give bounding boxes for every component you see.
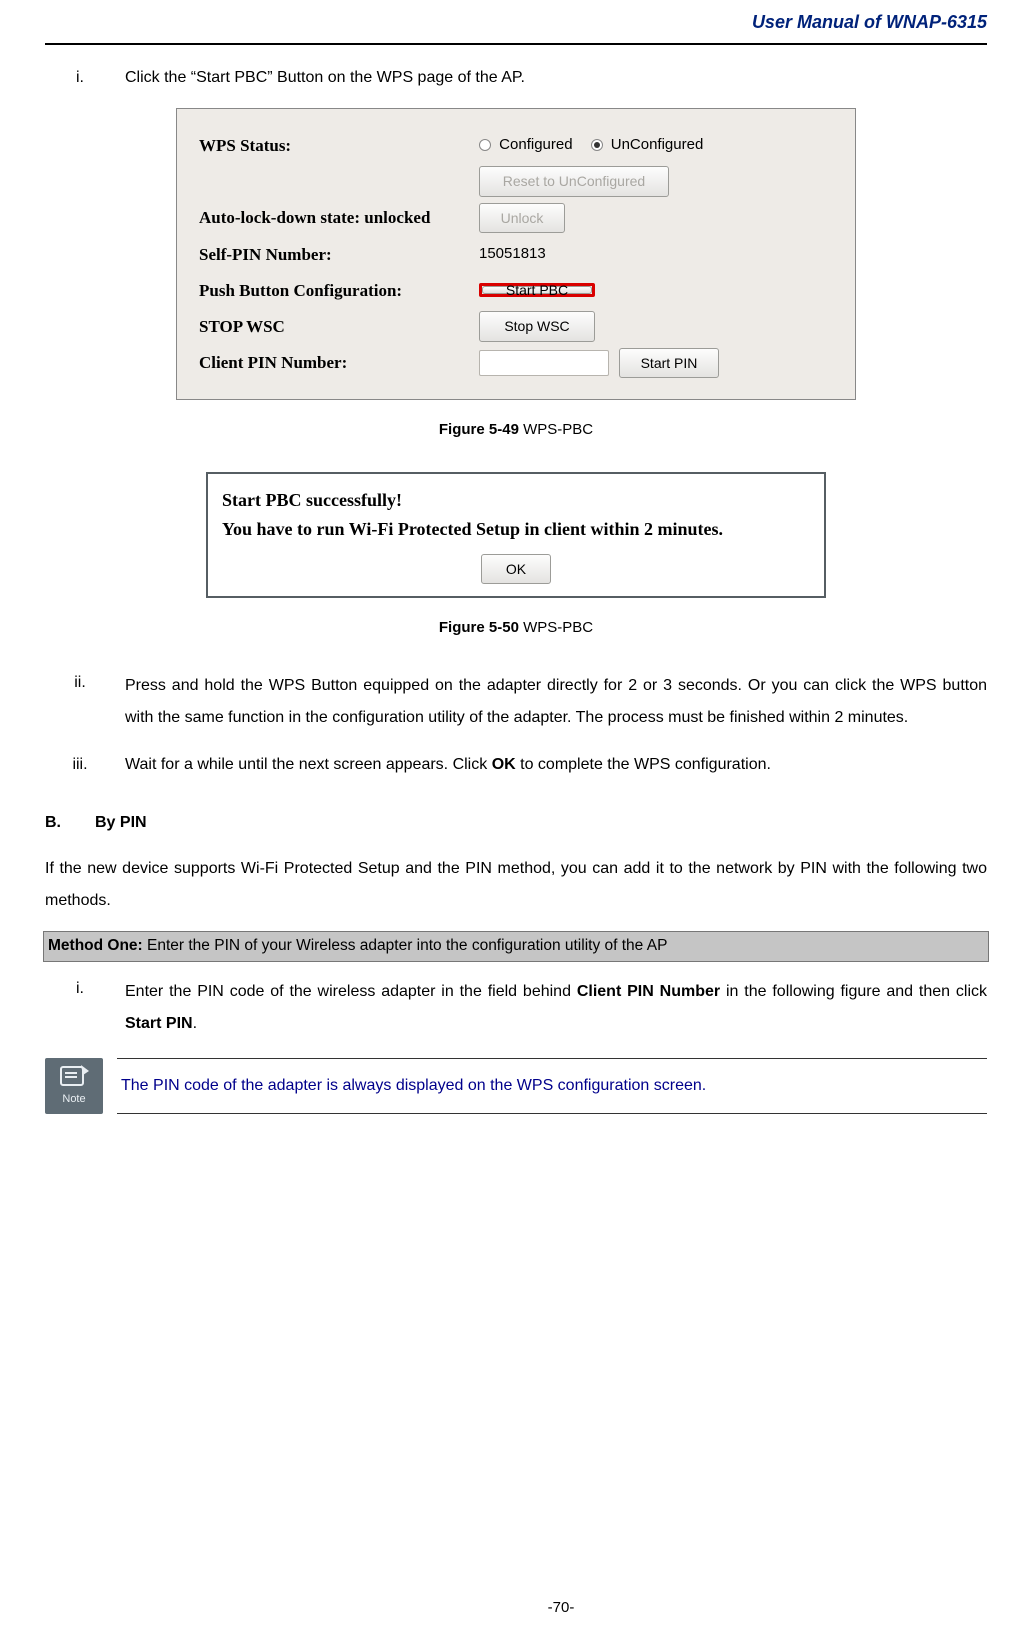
figure-5-49-caption-bold: Figure 5-49	[439, 421, 519, 438]
stop-wsc-button[interactable]: Stop WSC	[479, 311, 595, 341]
sb-step-b1: Client PIN Number	[577, 983, 720, 1000]
figure-5-49-caption-rest: WPS-PBC	[519, 421, 593, 438]
unconfigured-label: UnConfigured	[611, 136, 704, 153]
step-iii-num: iii.	[45, 752, 125, 778]
start-pbc-button[interactable]: Start PBC	[482, 286, 592, 294]
step-iii-post: to complete the WPS configuration.	[516, 756, 771, 773]
section-b-step-i-num: i.	[45, 976, 125, 1040]
note-box: Note The PIN code of the adapter is alwa…	[45, 1058, 987, 1114]
start-pbc-highlight: Start PBC	[479, 283, 595, 297]
self-pin-label: Self-PIN Number:	[199, 241, 479, 268]
section-b-intro: If the new device supports Wi-Fi Protect…	[45, 853, 987, 917]
figure-5-49-panel: WPS Status: Configured UnConfigured Rese…	[176, 108, 856, 400]
fig50-line2: You have to run Wi-Fi Protected Setup in…	[222, 515, 810, 544]
unlock-button[interactable]: Unlock	[479, 203, 565, 233]
note-label: Note	[62, 1091, 85, 1109]
autolock-label: Auto-lock-down state: unlocked	[199, 204, 479, 231]
step-i-num: i.	[45, 65, 125, 91]
figure-5-49-caption: Figure 5-49 WPS-PBC	[45, 418, 987, 442]
client-pin-label: Client PIN Number:	[199, 349, 479, 376]
note-text: The PIN code of the adapter is always di…	[117, 1058, 987, 1114]
sb-step-t1: Enter the PIN code of the wireless adapt…	[125, 983, 577, 1000]
wps-status-label: WPS Status:	[199, 132, 479, 159]
step-iii-bold: OK	[492, 756, 516, 773]
sb-step-b2: Start PIN	[125, 1015, 193, 1032]
method-one-rest: Enter the PIN of your Wireless adapter i…	[143, 937, 668, 954]
step-i-text: Click the “Start PBC” Button on the WPS …	[125, 65, 987, 91]
client-pin-input[interactable]	[479, 350, 609, 376]
figure-5-50-panel: Start PBC successfully! You have to run …	[206, 472, 826, 598]
step-ii-text: Press and hold the WPS Button equipped o…	[125, 670, 987, 734]
header-title: User Manual of WNAP-6315	[45, 0, 987, 43]
method-one-bar: Method One: Enter the PIN of your Wirele…	[43, 931, 989, 962]
step-i: i. Click the “Start PBC” Button on the W…	[45, 65, 987, 91]
section-b-letter: B.	[45, 810, 95, 836]
figure-5-50-caption-bold: Figure 5-50	[439, 619, 519, 636]
start-pin-button[interactable]: Start PIN	[619, 348, 719, 378]
figure-5-50-caption-rest: WPS-PBC	[519, 619, 593, 636]
section-b-step-i: i. Enter the PIN code of the wireless ad…	[45, 976, 987, 1040]
configured-radio[interactable]: Configured	[479, 133, 573, 157]
section-b-heading: B. By PIN	[45, 810, 987, 836]
section-b-step-i-text: Enter the PIN code of the wireless adapt…	[125, 976, 987, 1040]
note-icon: Note	[45, 1058, 103, 1114]
reset-unconfigured-button[interactable]: Reset to UnConfigured	[479, 166, 669, 196]
pbc-label: Push Button Configuration:	[199, 277, 479, 304]
step-ii: ii. Press and hold the WPS Button equipp…	[45, 670, 987, 734]
figure-5-50-caption: Figure 5-50 WPS-PBC	[45, 616, 987, 640]
step-ii-num: ii.	[45, 670, 125, 734]
step-iii-pre: Wait for a while until the next screen a…	[125, 756, 492, 773]
fig50-line1: Start PBC successfully!	[222, 486, 810, 515]
method-one-bold: Method One:	[48, 937, 143, 954]
stop-wsc-label: STOP WSC	[199, 313, 479, 340]
step-iii-text: Wait for a while until the next screen a…	[125, 752, 987, 778]
section-b-title: By PIN	[95, 810, 147, 836]
sb-step-t3: .	[193, 1015, 197, 1032]
step-iii: iii. Wait for a while until the next scr…	[45, 752, 987, 778]
sb-step-t2: in the following figure and then click	[720, 983, 987, 1000]
configured-label: Configured	[499, 136, 572, 153]
page-number: -70-	[45, 1596, 1032, 1620]
unconfigured-radio[interactable]: UnConfigured	[591, 133, 704, 157]
header-divider	[45, 43, 987, 45]
self-pin-value: 15051813	[479, 242, 546, 266]
ok-button[interactable]: OK	[481, 554, 551, 584]
